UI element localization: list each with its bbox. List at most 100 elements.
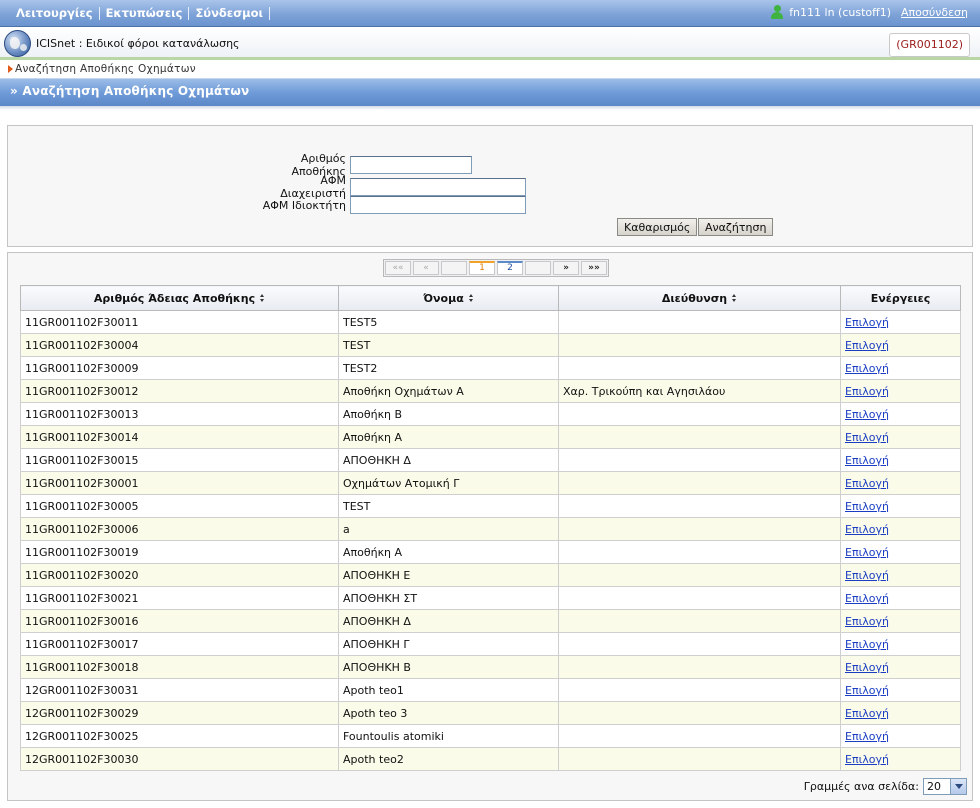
clear-button[interactable]: Καθαρισμός bbox=[617, 218, 698, 236]
pager: «« « 1 2 » »» bbox=[383, 259, 609, 277]
table-row: 11GR001102F30012 Αποθήκη Οχημάτων Α Χαρ. Τ… bbox=[20, 379, 961, 403]
table-row: 11GR001102F30016 ΑΠΟΘΗΚΗ Δ Επιλογή bbox=[20, 609, 961, 633]
select-link[interactable]: Επιλογή bbox=[845, 316, 889, 329]
sort-icon bbox=[260, 294, 265, 303]
cell-address bbox=[558, 310, 841, 334]
cell-license: 11GR001102F30020 bbox=[20, 563, 339, 587]
table-row: 11GR001102F30017 ΑΠΟΘΗΚΗ Γ Επιλογή bbox=[20, 632, 961, 656]
pager-next-button[interactable]: » bbox=[553, 261, 579, 275]
cell-actions: Επιλογή bbox=[840, 494, 961, 518]
menu-item-prints[interactable]: Εκτυπώσεις bbox=[100, 6, 189, 20]
pager-page-2[interactable]: 2 bbox=[497, 261, 523, 275]
cell-name: TEST bbox=[338, 494, 559, 518]
cell-name: ΑΠΟΘΗΚΗ Ε bbox=[338, 563, 559, 587]
cell-address bbox=[558, 609, 841, 633]
menu-separator bbox=[269, 7, 271, 20]
cell-name: ΑΠΟΘΗΚΗ Δ bbox=[338, 448, 559, 472]
owner-vat-row: ΑΦΜ Ιδιοκτήτη bbox=[255, 196, 526, 214]
select-link[interactable]: Επιλογή bbox=[845, 385, 889, 398]
cell-name: Αποθήκη Α bbox=[338, 540, 559, 564]
rows-per-page-select[interactable]: 20 bbox=[923, 778, 967, 795]
select-link[interactable]: Επιλογή bbox=[845, 684, 889, 697]
results-panel: «« « 1 2 » »» Αριθμός Άδειας Αποθήκης Όν… bbox=[7, 252, 973, 801]
cell-license: 11GR001102F30012 bbox=[20, 379, 339, 403]
cell-address bbox=[558, 494, 841, 518]
search-button[interactable]: Αναζήτηση bbox=[698, 218, 774, 236]
select-link[interactable]: Επιλογή bbox=[845, 523, 889, 536]
pager-page-1[interactable]: 1 bbox=[469, 261, 495, 275]
col-header-address-label: Διεύθυνση bbox=[661, 291, 728, 305]
table-row: 11GR001102F30005 TEST Επιλογή bbox=[20, 494, 961, 518]
cell-actions: Επιλογή bbox=[840, 609, 961, 633]
cell-license: 11GR001102F30019 bbox=[20, 540, 339, 564]
cell-actions: Επιλογή bbox=[840, 540, 961, 564]
select-link[interactable]: Επιλογή bbox=[845, 730, 889, 743]
select-link[interactable]: Επιλογή bbox=[845, 408, 889, 421]
pager-first-button[interactable]: «« bbox=[385, 261, 411, 275]
cell-name: a bbox=[338, 517, 559, 541]
select-link[interactable]: Επιλογή bbox=[845, 661, 889, 674]
cell-actions: Επιλογή bbox=[840, 310, 961, 334]
cell-name: ΑΠΟΘΗΚΗ Δ bbox=[338, 609, 559, 633]
cell-address bbox=[558, 471, 841, 495]
cell-address bbox=[558, 333, 841, 357]
cell-license: 11GR001102F30004 bbox=[20, 333, 339, 357]
cell-address bbox=[558, 517, 841, 541]
select-link[interactable]: Επιλογή bbox=[845, 477, 889, 490]
app-title: ICISnet : Ειδικοί φόροι κατανάλωσης bbox=[36, 37, 240, 50]
pager-last-button[interactable]: »» bbox=[581, 261, 607, 275]
cell-actions: Επιλογή bbox=[840, 402, 961, 426]
cell-name: Fountoulis atomiki bbox=[338, 724, 559, 748]
cell-license: 12GR001102F30031 bbox=[20, 678, 339, 702]
cell-name: TEST2 bbox=[338, 356, 559, 380]
select-link[interactable]: Επιλογή bbox=[845, 753, 889, 766]
col-header-address[interactable]: Διεύθυνση bbox=[558, 285, 841, 311]
sort-icon bbox=[732, 294, 737, 303]
cell-actions: Επιλογή bbox=[840, 724, 961, 748]
select-link[interactable]: Επιλογή bbox=[845, 546, 889, 559]
cell-address bbox=[558, 724, 841, 748]
pager-spacer bbox=[441, 261, 467, 275]
cell-address bbox=[558, 563, 841, 587]
select-link[interactable]: Επιλογή bbox=[845, 638, 889, 651]
breadcrumb-item[interactable]: Αναζήτηση Αποθήκης Οχημάτων bbox=[15, 63, 196, 75]
select-link[interactable]: Επιλογή bbox=[845, 431, 889, 444]
col-header-license[interactable]: Αριθμός Άδειας Αποθήκης bbox=[20, 285, 339, 311]
cell-license: 11GR001102F30013 bbox=[20, 402, 339, 426]
cell-address: Χαρ. Τρικούπη και Αγησιλάου bbox=[558, 379, 841, 403]
menu-item-links[interactable]: Σύνδεσμοι bbox=[189, 6, 269, 20]
chevron-down-icon[interactable] bbox=[950, 779, 966, 794]
table-row: 11GR001102F30020 ΑΠΟΘΗΚΗ Ε Επιλογή bbox=[20, 563, 961, 587]
app-header: ICISnet : Ειδικοί φόροι κατανάλωσης (GR0… bbox=[0, 28, 980, 60]
cell-name: ΑΠΟΘΗΚΗ Β bbox=[338, 655, 559, 679]
menu-item-functions[interactable]: Λειτουργίες bbox=[10, 6, 99, 20]
search-panel: Αριθμός Αποθήκης ΑΦΜ Διαχειριστή ΑΦΜ Ιδι… bbox=[7, 125, 973, 247]
select-link[interactable]: Επιλογή bbox=[845, 569, 889, 582]
owner-vat-input[interactable] bbox=[350, 196, 526, 214]
cell-actions: Επιλογή bbox=[840, 425, 961, 449]
table-row: 11GR001102F30001 Οχημάτων Ατομική Γ Επιλογ… bbox=[20, 471, 961, 495]
cell-address bbox=[558, 586, 841, 610]
pager-prev-button[interactable]: « bbox=[413, 261, 439, 275]
select-link[interactable]: Επιλογή bbox=[845, 454, 889, 467]
owner-vat-label: ΑΦΜ Ιδιοκτήτη bbox=[262, 198, 346, 212]
select-link[interactable]: Επιλογή bbox=[845, 500, 889, 513]
rows-per-page-value: 20 bbox=[927, 780, 941, 793]
cell-license: 11GR001102F30017 bbox=[20, 632, 339, 656]
cell-actions: Επιλογή bbox=[840, 563, 961, 587]
select-link[interactable]: Επιλογή bbox=[845, 615, 889, 628]
cell-name: TEST5 bbox=[338, 310, 559, 334]
select-link[interactable]: Επιλογή bbox=[845, 592, 889, 605]
select-link[interactable]: Επιλογή bbox=[845, 339, 889, 352]
select-link[interactable]: Επιλογή bbox=[845, 707, 889, 720]
cell-address bbox=[558, 747, 841, 771]
cell-address bbox=[558, 632, 841, 656]
user-icon bbox=[771, 5, 784, 19]
warehouse-number-input[interactable] bbox=[350, 156, 472, 174]
cell-actions: Επιλογή bbox=[840, 448, 961, 472]
logout-link[interactable]: Αποσύνδεση bbox=[901, 6, 968, 19]
select-link[interactable]: Επιλογή bbox=[845, 362, 889, 375]
col-header-name[interactable]: Όνομα bbox=[338, 285, 559, 311]
manager-vat-input[interactable] bbox=[350, 178, 526, 196]
cell-name: Apoth teo2 bbox=[338, 747, 559, 771]
